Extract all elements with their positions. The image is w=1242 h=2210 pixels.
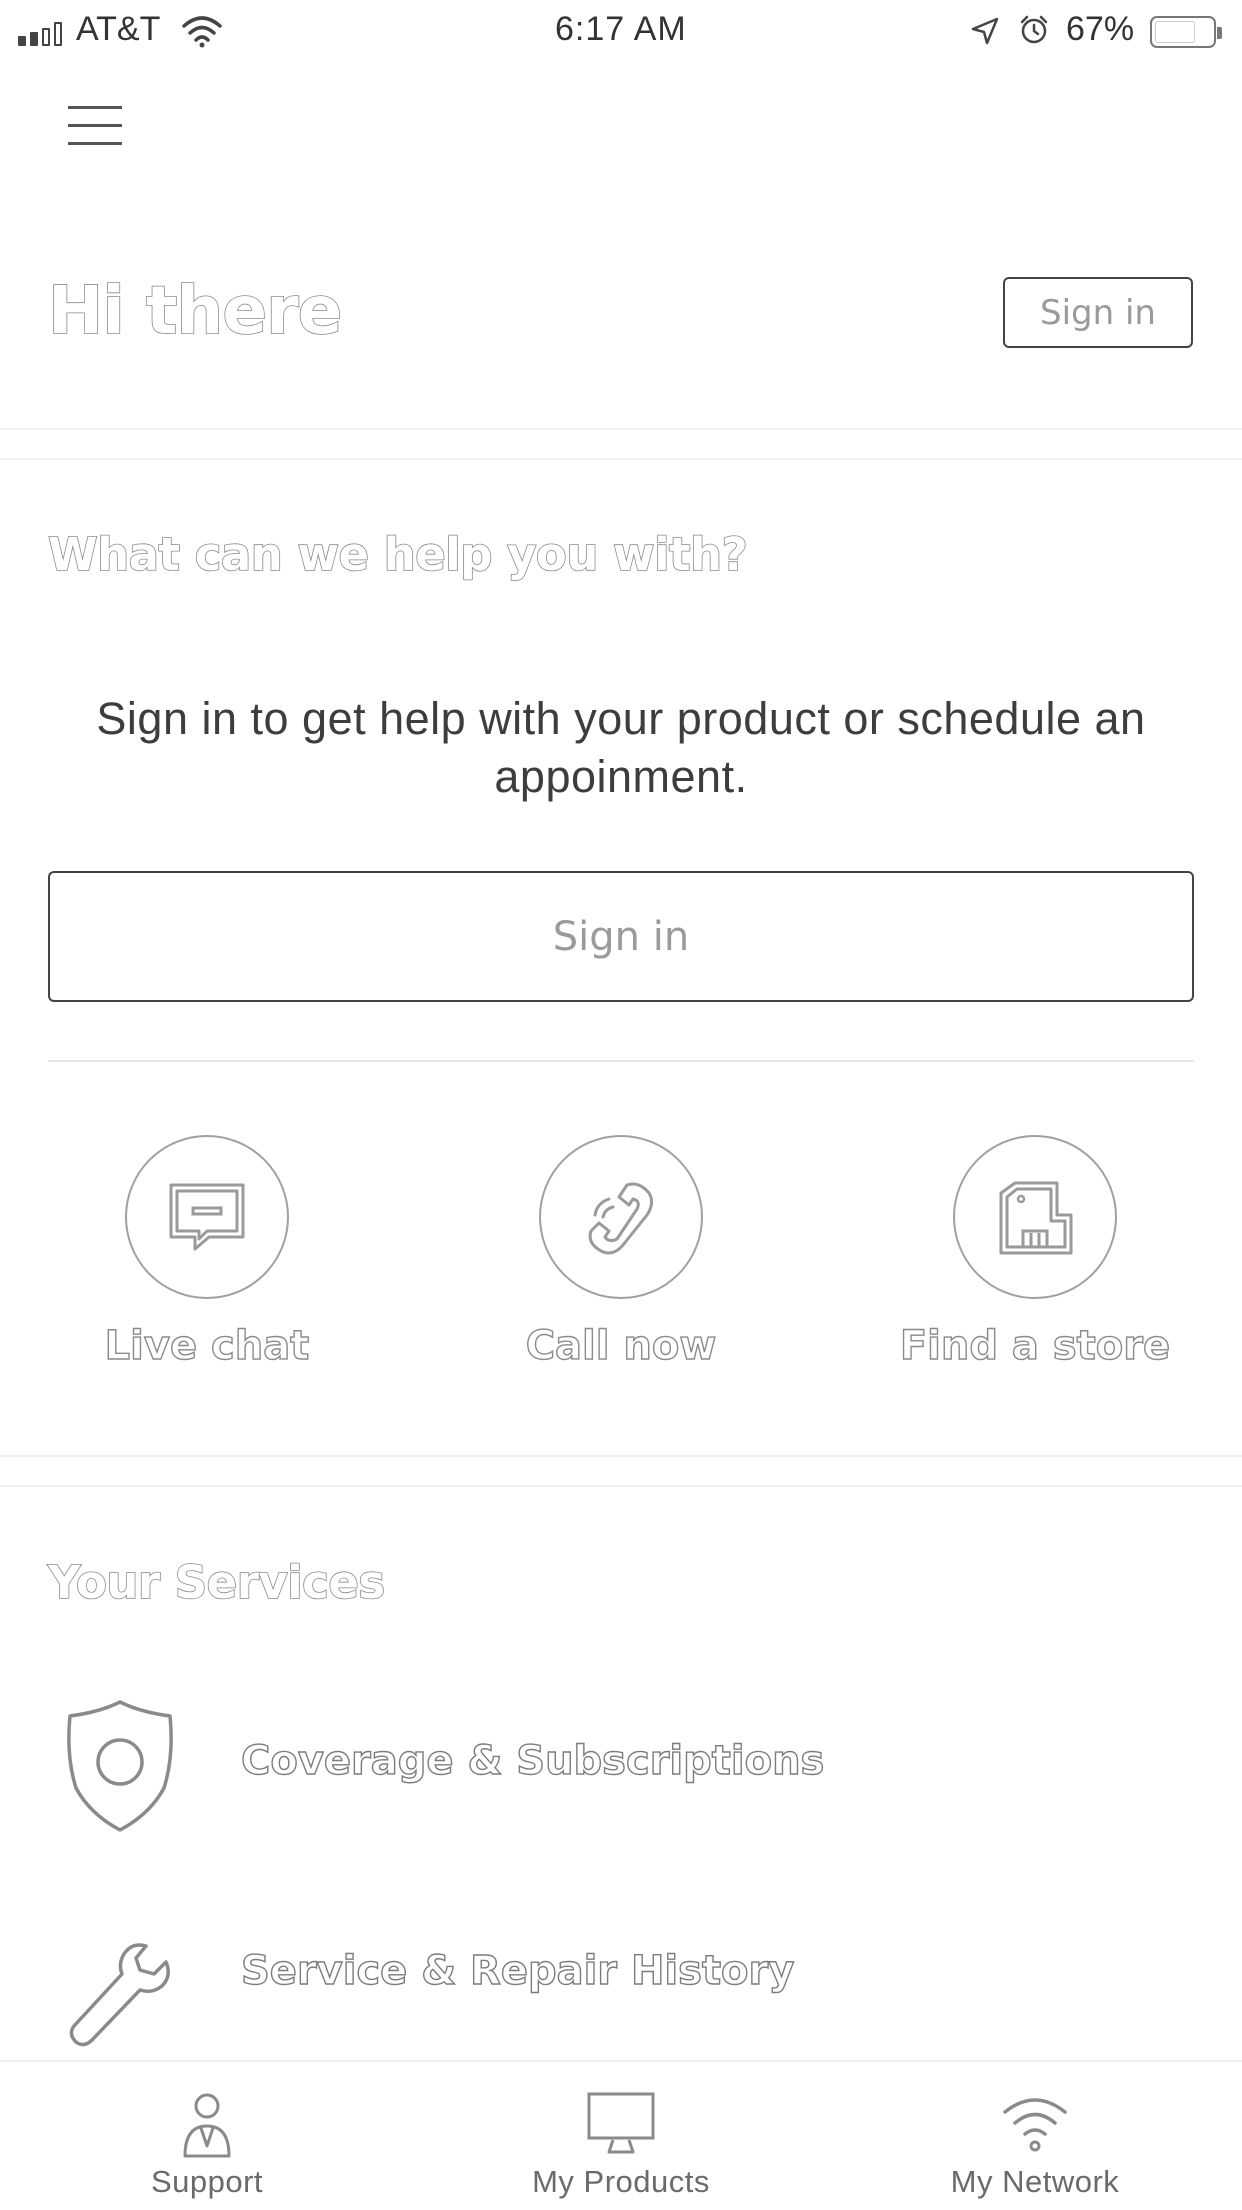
live-chat-circle[interactable]	[125, 1135, 289, 1299]
cellular-signal-icon	[18, 22, 66, 46]
status-bar: AT&T 6:17 AM 67%	[0, 0, 1242, 62]
tab-support-label: Support	[150, 2164, 264, 2199]
section-divider	[0, 1455, 1242, 1457]
find-store-label: Find a store	[899, 1322, 1171, 1369]
person-icon	[183, 2093, 231, 2158]
coverage-subscriptions-label: Coverage & Subscriptions	[240, 1737, 825, 1784]
phone-icon	[588, 1182, 654, 1255]
section-divider	[0, 458, 1242, 460]
help-divider	[48, 1060, 1194, 1062]
bottom-tab-bar: Support My Products My Network	[0, 2060, 1242, 2210]
battery-percent: 67%	[1066, 10, 1135, 48]
sign-in-header-button[interactable]: Sign in	[1003, 277, 1193, 348]
section-divider	[0, 428, 1242, 430]
tab-my-products-label: My Products	[532, 2164, 710, 2199]
tab-support[interactable]: Support	[0, 2062, 414, 2210]
call-now-label: Call now	[525, 1322, 717, 1369]
tab-my-network[interactable]: My Network	[828, 2062, 1242, 2210]
location-arrow-icon	[971, 17, 999, 45]
section-divider	[0, 1485, 1242, 1487]
live-chat-action[interactable]: Live chat	[62, 1135, 352, 1370]
call-now-circle[interactable]	[539, 1135, 703, 1299]
chat-icon	[169, 1183, 245, 1251]
store-icon	[999, 1181, 1073, 1255]
find-store-action[interactable]: Find a store	[890, 1135, 1180, 1370]
wifi-status-icon	[182, 16, 222, 48]
coverage-subscriptions-row[interactable]: Coverage & Subscriptions	[0, 1696, 1242, 1846]
sign-in-button[interactable]: Sign in	[48, 871, 1194, 1002]
service-repair-history-label: Service & Repair History	[240, 1947, 795, 1994]
shield-icon	[67, 1700, 173, 1832]
tab-my-network-label: My Network	[950, 2164, 1120, 2199]
greeting-title: Hi there	[47, 271, 343, 350]
services-section-title: Your Services	[47, 1555, 386, 1610]
monitor-icon	[587, 2092, 655, 2154]
service-repair-history-row[interactable]: Service & Repair History	[0, 1912, 1242, 2062]
carrier-name: AT&T	[76, 10, 161, 48]
battery-icon	[1150, 16, 1222, 48]
help-section-title: What can we help you with?	[47, 527, 748, 582]
live-chat-label: Live chat	[104, 1322, 310, 1369]
wifi-icon	[1003, 2098, 1067, 2152]
alarm-icon	[1020, 15, 1048, 44]
status-time: 6:17 AM	[555, 10, 687, 48]
help-description: Sign in to get help with your product or…	[96, 693, 1146, 802]
menu-icon[interactable]	[68, 106, 122, 146]
wrench-icon	[69, 1943, 170, 2047]
call-now-action[interactable]: Call now	[476, 1135, 766, 1370]
find-store-circle[interactable]	[953, 1135, 1117, 1299]
tab-my-products[interactable]: My Products	[414, 2062, 828, 2210]
